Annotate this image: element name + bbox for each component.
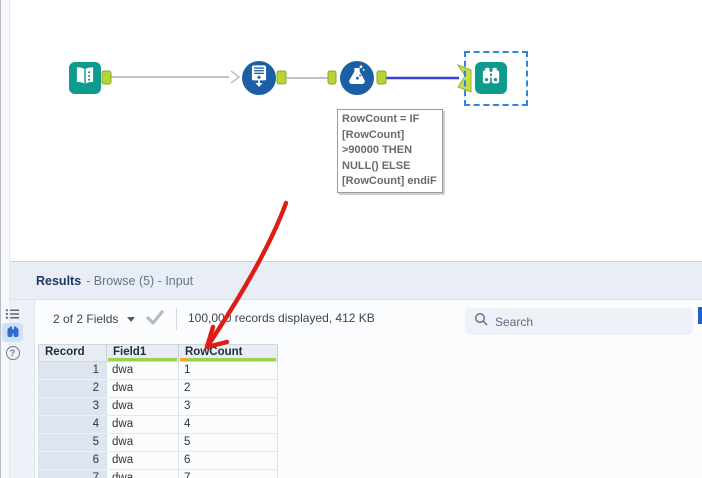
table-row[interactable]: 2 dwa 2 xyxy=(38,380,278,398)
collapsed-left-panel[interactable] xyxy=(0,0,10,478)
table-cell[interactable]: 4 xyxy=(38,416,107,434)
table-cell[interactable]: dwa xyxy=(107,398,179,416)
input-data-tool[interactable] xyxy=(69,62,101,94)
generate-rows-tool[interactable] xyxy=(242,61,276,95)
grid-header-row: Record Field1 RowCount xyxy=(38,344,278,362)
table-cell[interactable]: dwa xyxy=(107,470,179,478)
binoculars-icon xyxy=(478,63,504,94)
browse-tab-active[interactable] xyxy=(2,323,23,342)
search-input[interactable]: Search xyxy=(465,308,693,335)
column-header-rowcount[interactable]: RowCount xyxy=(179,344,278,362)
table-cell[interactable]: 6 xyxy=(38,452,107,470)
table-row[interactable]: 1 dwa 1 xyxy=(38,362,278,380)
table-cell[interactable]: 4 xyxy=(179,416,278,434)
formula-annotation[interactable]: RowCount = IF [RowCount] >90000 THEN NUL… xyxy=(337,109,443,193)
results-subtitle: - Browse (5) - Input xyxy=(86,273,194,288)
table-body: 1 dwa 1 2 dwa 2 3 dwa 3 4 dwa 4 5 dwa 5 6 dwa 6 7 dwa 7 xyxy=(38,362,278,478)
table-cell[interactable]: 1 xyxy=(179,362,278,380)
apply-check-icon[interactable] xyxy=(146,309,164,331)
formula-tool[interactable] xyxy=(340,61,374,95)
table-cell[interactable]: dwa xyxy=(107,452,179,470)
column-header-field1[interactable]: Field1 xyxy=(107,344,179,362)
column-header-record[interactable]: Record xyxy=(38,344,107,362)
quality-bar-rowcount xyxy=(180,358,276,361)
table-cell[interactable]: 5 xyxy=(38,434,107,452)
table-cell[interactable]: dwa xyxy=(107,362,179,380)
quality-bar-field1 xyxy=(108,358,177,361)
table-cell[interactable]: 5 xyxy=(179,434,278,452)
table-cell[interactable]: 6 xyxy=(179,452,278,470)
table-cell[interactable]: 7 xyxy=(179,470,278,478)
table-cell[interactable]: dwa xyxy=(107,416,179,434)
table-cell[interactable]: 3 xyxy=(179,398,278,416)
records-summary: 100,000 records displayed, 412 KB xyxy=(188,311,375,325)
table-row[interactable]: 5 dwa 5 xyxy=(38,434,278,452)
toolbar-divider xyxy=(176,308,177,330)
fields-dropdown-button[interactable]: 2 of 2 Fields xyxy=(53,310,136,328)
open-book-icon xyxy=(72,63,98,94)
table-row[interactable]: 3 dwa 3 xyxy=(38,398,278,416)
binoculars-blue-icon xyxy=(7,326,18,337)
generate-rows-icon xyxy=(244,61,274,96)
help-icon[interactable]: ? xyxy=(3,345,22,360)
results-data-grid: Record Field1 RowCount 1 dwa 1 2 dwa 2 3 dwa 3 4 d… xyxy=(38,344,278,478)
metadata-list-icon[interactable] xyxy=(3,306,22,321)
table-cell[interactable]: dwa xyxy=(107,434,179,452)
table-cell[interactable]: 7 xyxy=(38,470,107,478)
table-cell[interactable]: 3 xyxy=(38,398,107,416)
fields-dropdown-label: 2 of 2 Fields xyxy=(53,312,119,326)
table-row[interactable]: 4 dwa 4 xyxy=(38,416,278,434)
vertical-scrollbar-thumb[interactable] xyxy=(698,307,702,324)
table-row[interactable]: 6 dwa 6 xyxy=(38,452,278,470)
flask-icon xyxy=(342,61,372,96)
search-placeholder: Search xyxy=(495,314,534,329)
workflow-canvas[interactable]: RowCount = IF [RowCount] >90000 THEN NUL… xyxy=(10,0,702,261)
browse-tool[interactable] xyxy=(475,62,507,94)
search-icon xyxy=(474,312,488,331)
results-title: Results xyxy=(36,273,82,288)
table-cell[interactable]: 2 xyxy=(38,380,107,398)
chevron-down-icon xyxy=(127,316,136,322)
table-cell[interactable]: dwa xyxy=(107,380,179,398)
table-cell[interactable]: 1 xyxy=(38,362,107,380)
table-cell[interactable]: 2 xyxy=(179,380,278,398)
results-panel-header[interactable]: Results - Browse (5) - Input xyxy=(10,261,702,300)
table-row[interactable]: 7 dwa 7 xyxy=(38,470,278,478)
